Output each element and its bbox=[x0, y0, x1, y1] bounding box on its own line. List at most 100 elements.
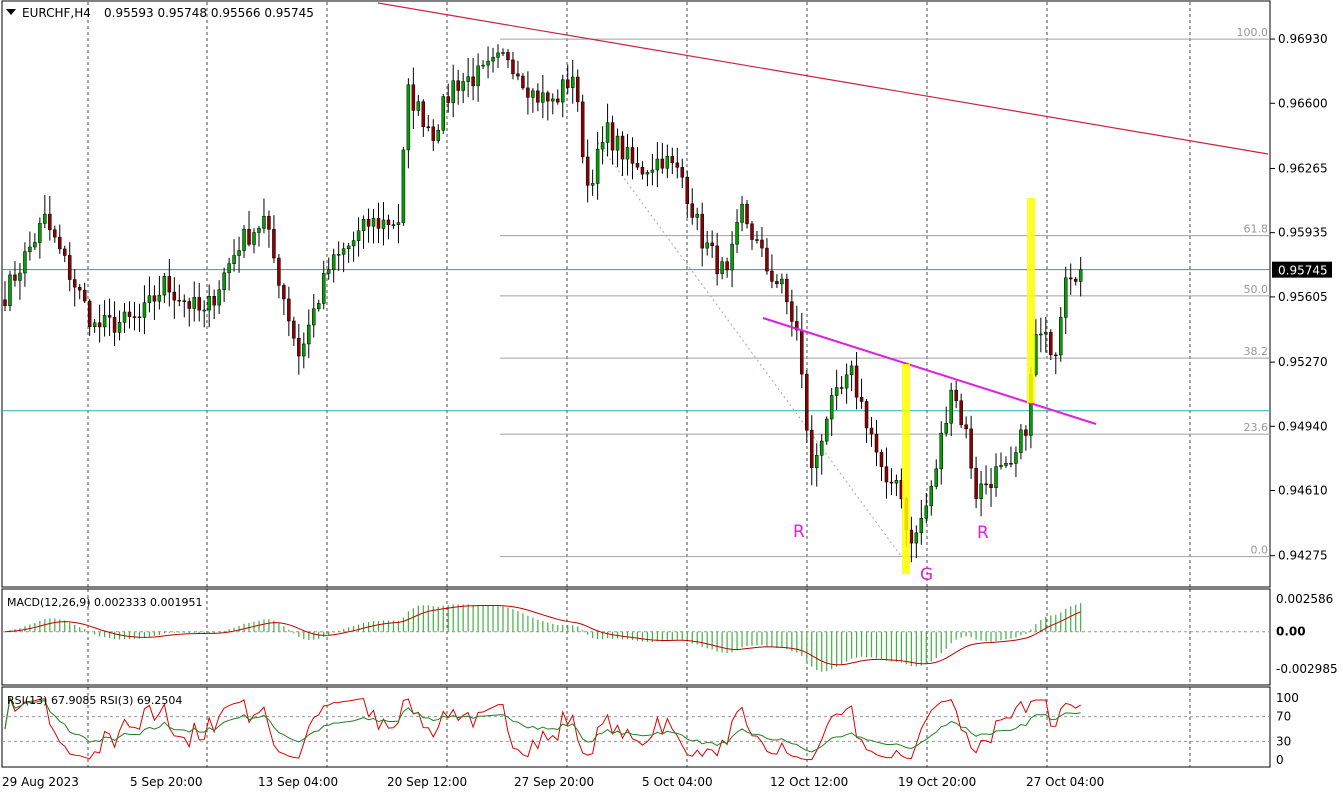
candle-body bbox=[307, 324, 311, 345]
candle-body bbox=[929, 486, 934, 507]
candle-body bbox=[949, 389, 953, 424]
candle-body bbox=[386, 219, 391, 226]
candle-body bbox=[117, 322, 122, 333]
candle-body bbox=[182, 300, 187, 302]
candle-body bbox=[152, 295, 157, 302]
candle-body bbox=[536, 90, 540, 103]
rsi-tick-label: 70 bbox=[1276, 710, 1291, 724]
candle-body bbox=[242, 228, 246, 251]
candle-body bbox=[297, 338, 301, 357]
rsi-title: RSI(13) 67.9085 RSI(3) 69.2504 bbox=[7, 694, 182, 707]
candle-body bbox=[745, 203, 749, 225]
candle-body bbox=[107, 315, 112, 318]
candle-body bbox=[984, 483, 988, 486]
candle-body bbox=[192, 297, 196, 309]
candle-body bbox=[371, 218, 376, 227]
candle-body bbox=[132, 316, 137, 318]
candle-body bbox=[351, 240, 356, 247]
candle-body bbox=[411, 84, 416, 111]
candle-body bbox=[1068, 277, 1073, 280]
candle-body bbox=[451, 80, 455, 103]
candle-body bbox=[700, 213, 704, 249]
time-label: 12 Oct 12:00 bbox=[770, 775, 848, 789]
candle-body bbox=[1054, 354, 1058, 357]
candle-body bbox=[292, 320, 296, 339]
candle-body bbox=[282, 285, 286, 300]
candle-body bbox=[481, 64, 485, 67]
candle-body bbox=[765, 247, 769, 272]
candle-body bbox=[561, 79, 565, 103]
candle-body bbox=[1014, 452, 1018, 464]
pattern-label-g: G bbox=[920, 565, 933, 585]
candle-body bbox=[63, 248, 67, 256]
candle-body bbox=[366, 219, 371, 227]
candle-body bbox=[944, 422, 948, 434]
candle-body bbox=[665, 156, 670, 169]
candle-body bbox=[446, 96, 450, 103]
candle-body bbox=[934, 468, 939, 487]
candle-body bbox=[3, 299, 7, 306]
time-label: 19 Oct 20:00 bbox=[898, 775, 976, 789]
candle-body bbox=[316, 303, 321, 310]
candle-body bbox=[859, 397, 864, 402]
candle-body bbox=[23, 251, 27, 274]
candle-body bbox=[496, 52, 500, 58]
candle-body bbox=[486, 60, 490, 66]
candle-body bbox=[312, 308, 316, 326]
candle-body bbox=[1024, 429, 1028, 436]
candle-body bbox=[1004, 463, 1008, 466]
candle-body bbox=[610, 122, 615, 151]
candle-body bbox=[346, 245, 351, 250]
candle-body bbox=[760, 239, 764, 249]
candle-body bbox=[102, 315, 107, 328]
candle-body bbox=[556, 98, 560, 103]
candle-body bbox=[725, 261, 729, 271]
candle-body bbox=[720, 261, 724, 274]
current-price-label: 0.95745 bbox=[1278, 264, 1328, 278]
candle-body bbox=[829, 395, 834, 420]
candle-body bbox=[775, 281, 779, 285]
candle-body bbox=[421, 101, 426, 128]
candle-body bbox=[336, 254, 341, 256]
fib-label: 38.2 bbox=[1244, 345, 1269, 358]
candle-body bbox=[849, 365, 854, 376]
candle-body bbox=[939, 432, 943, 470]
candle-body bbox=[909, 529, 914, 544]
rsi-tick-label: 0 bbox=[1276, 753, 1284, 767]
time-label: 20 Sep 12:00 bbox=[387, 775, 467, 789]
price-tick-label: 0.94940 bbox=[1278, 419, 1328, 433]
time-label: 5 Sep 20:00 bbox=[130, 775, 202, 789]
candle-body bbox=[416, 101, 421, 111]
candle-body bbox=[894, 480, 899, 484]
candle-body bbox=[321, 273, 326, 304]
candle-body bbox=[72, 279, 77, 288]
candle-body bbox=[919, 517, 924, 534]
fib-label: 50.0 bbox=[1244, 283, 1269, 296]
candle-body bbox=[800, 329, 804, 375]
candle-body bbox=[600, 142, 605, 150]
candle-body bbox=[38, 223, 42, 243]
candle-body bbox=[406, 84, 411, 151]
candle-body bbox=[969, 428, 973, 469]
candle-body bbox=[615, 135, 620, 151]
candle-body bbox=[551, 98, 555, 102]
candle-body bbox=[142, 302, 147, 318]
time-label: 29 Aug 2023 bbox=[2, 775, 79, 789]
candle-body bbox=[456, 80, 460, 91]
candle-body bbox=[974, 467, 978, 499]
candle-body bbox=[675, 162, 680, 168]
candle-body bbox=[92, 322, 97, 328]
candle-body bbox=[516, 73, 520, 77]
price-tick-label: 0.96930 bbox=[1278, 32, 1328, 46]
fib-label: 23.6 bbox=[1244, 421, 1269, 434]
fib-label: 61.8 bbox=[1244, 223, 1269, 236]
candle-body bbox=[1044, 332, 1048, 335]
candle-body bbox=[48, 213, 52, 230]
candle-body bbox=[426, 126, 431, 129]
price-tick-label: 0.96600 bbox=[1278, 96, 1328, 110]
candle-body bbox=[33, 242, 37, 248]
volume-highlight-bar bbox=[1027, 198, 1035, 403]
candle-body bbox=[122, 311, 127, 323]
candle-body bbox=[650, 169, 655, 173]
candle-body bbox=[1049, 332, 1053, 356]
